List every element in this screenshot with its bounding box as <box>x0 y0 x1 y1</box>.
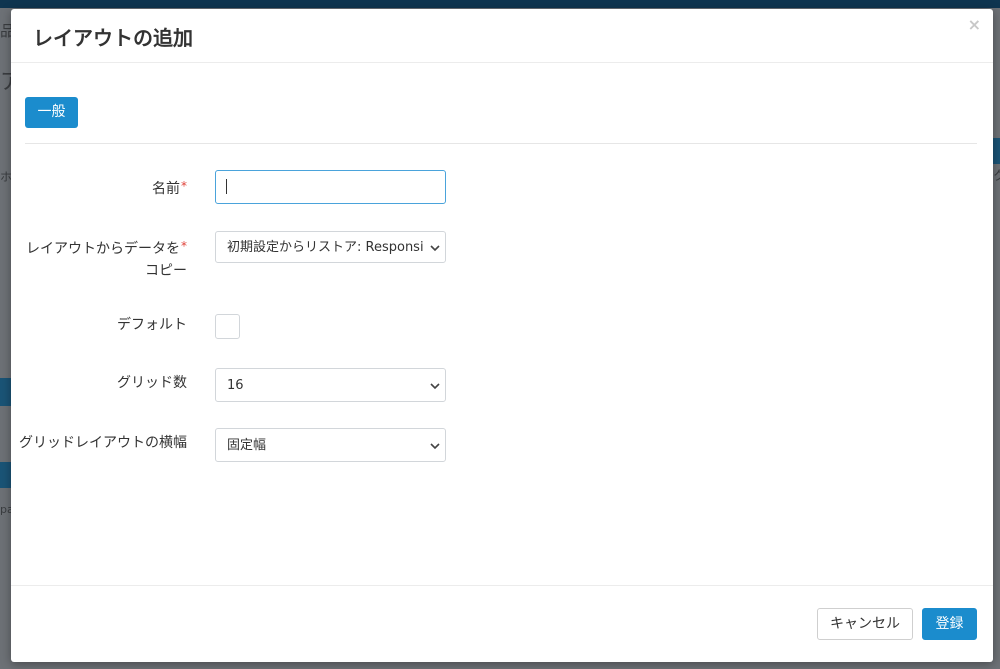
copy-from-label: レイアウトからデータを* コピー <box>26 239 187 279</box>
required-mark: * <box>181 179 187 193</box>
chevron-down-icon <box>430 383 440 390</box>
modal-title: レイアウトの追加 <box>33 26 193 50</box>
copy-from-selected: 初期設定からリストア: Responsive <box>227 240 423 255</box>
background-blue-block <box>0 462 11 488</box>
background-top-bar <box>0 0 1000 8</box>
background-blue-block <box>993 138 1000 164</box>
tab-divider <box>25 143 977 144</box>
chevron-down-icon <box>430 443 440 450</box>
copy-from-select[interactable]: 初期設定からリストア: Responsive <box>215 231 446 263</box>
submit-button[interactable]: 登録 <box>922 608 977 640</box>
default-label: デフォルト <box>117 317 187 333</box>
required-mark: * <box>181 239 187 253</box>
footer-divider <box>11 585 993 586</box>
text-caret <box>226 179 227 194</box>
grid-count-selected: 16 <box>227 378 244 393</box>
name-input[interactable] <box>215 170 446 204</box>
close-icon[interactable]: × <box>968 15 981 34</box>
grid-width-selected: 固定幅 <box>227 438 267 453</box>
modal-header: レイアウトの追加 × <box>11 9 993 63</box>
cancel-button[interactable]: キャンセル <box>817 608 913 640</box>
default-checkbox[interactable] <box>215 314 240 339</box>
grid-count-label: グリッド数 <box>117 375 187 391</box>
chevron-down-icon <box>430 245 440 252</box>
grid-count-select[interactable]: 16 <box>215 368 446 402</box>
tab-general[interactable]: 一般 <box>25 97 78 128</box>
background-text: ク <box>993 169 1000 184</box>
grid-width-label: グリッドレイアウトの横幅 <box>19 435 187 451</box>
background-blue-block <box>0 378 11 406</box>
name-label: 名前* <box>152 179 187 197</box>
grid-width-select[interactable]: 固定幅 <box>215 428 446 462</box>
add-layout-modal: レイアウトの追加 × 一般 名前* レイアウトからデータを* コピー 初期設定か… <box>11 9 993 662</box>
